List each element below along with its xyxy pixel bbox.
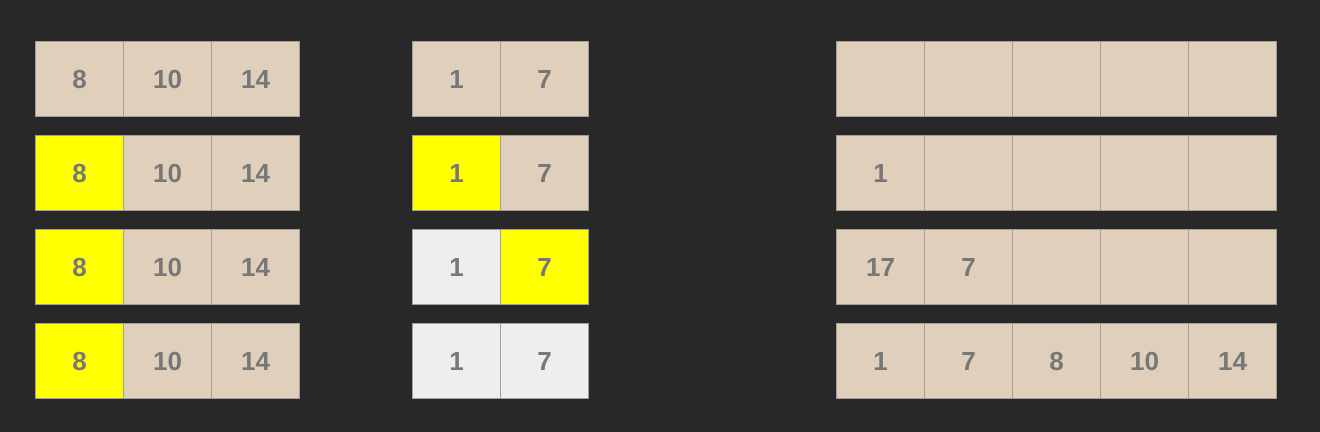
merged-array-row: 1 — [836, 135, 1277, 211]
right-array-cell: 7 — [500, 135, 589, 211]
right-array-row: 17 — [412, 323, 589, 399]
merged-array-cell — [1100, 41, 1189, 117]
merged-array-cell — [1012, 41, 1101, 117]
merged-array-cell — [836, 41, 925, 117]
right-array-cell: 1 — [412, 41, 501, 117]
merged-array-row — [836, 41, 1277, 117]
merged-array-row: 1 7 8 10 14 — [836, 323, 1277, 399]
merged-array-cell — [1188, 229, 1277, 305]
merged-array-cell: 8 — [1012, 323, 1101, 399]
left-array-row: 8 10 14 — [35, 323, 300, 399]
left-array-cell: 10 — [123, 323, 212, 399]
left-array-cell: 8 — [35, 41, 124, 117]
merged-array-cell — [1188, 135, 1277, 211]
merged-array-cell — [1188, 41, 1277, 117]
merged-array-cell: 7 — [924, 229, 1013, 305]
left-array-row: 8 10 14 — [35, 229, 300, 305]
left-array-cell: 14 — [211, 229, 300, 305]
merged-array-cell — [1100, 135, 1189, 211]
left-array-cell: 14 — [211, 323, 300, 399]
left-array-cell: 10 — [123, 135, 212, 211]
left-array-cell: 10 — [123, 41, 212, 117]
merged-array-cell — [1012, 229, 1101, 305]
left-array-row: 8 10 14 — [35, 41, 300, 117]
right-array-cell: 7 — [500, 41, 589, 117]
left-array-cell: 8 — [35, 135, 124, 211]
right-array-row: 17 — [412, 135, 589, 211]
right-array-cell: 1 — [412, 229, 501, 305]
merged-array-cell: 1 — [836, 323, 925, 399]
left-array-cell: 14 — [211, 41, 300, 117]
merged-array-cell: 1 — [836, 135, 925, 211]
merged-array-cell: 10 — [1100, 323, 1189, 399]
left-array-cell: 8 — [35, 323, 124, 399]
merged-array-cell — [1012, 135, 1101, 211]
merged-array-cell: 7 — [924, 323, 1013, 399]
right-array-cell: 7 — [500, 229, 589, 305]
merged-array-cell: 17 — [836, 229, 925, 305]
merged-array-cell — [924, 135, 1013, 211]
right-array-cell: 1 — [412, 323, 501, 399]
left-array-row: 8 10 14 — [35, 135, 300, 211]
right-array-cell: 1 — [412, 135, 501, 211]
right-array-cell: 7 — [500, 323, 589, 399]
right-array-row: 17 — [412, 229, 589, 305]
merged-array-cell — [1100, 229, 1189, 305]
left-array-cell: 10 — [123, 229, 212, 305]
right-array-row: 17 — [412, 41, 589, 117]
merged-array-cell: 14 — [1188, 323, 1277, 399]
merged-array-row: 17 7 — [836, 229, 1277, 305]
left-array-cell: 14 — [211, 135, 300, 211]
left-array-cell: 8 — [35, 229, 124, 305]
merged-array-cell — [924, 41, 1013, 117]
